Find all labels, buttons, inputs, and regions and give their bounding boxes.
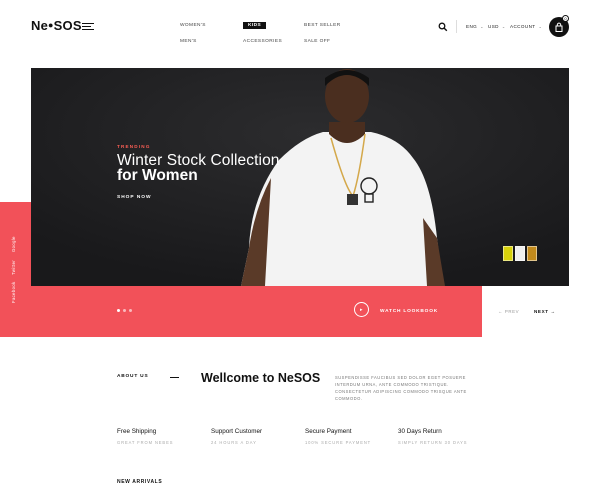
slider-next-button[interactable]: NEXT → xyxy=(534,309,556,314)
currency-value: USD xyxy=(488,24,499,29)
language-select[interactable]: ENG ⌄ xyxy=(466,24,484,29)
thumbnail-2[interactable] xyxy=(515,246,525,261)
slider-dot-3[interactable] xyxy=(129,309,132,312)
play-icon: ▸ xyxy=(360,306,363,313)
new-arrivals-heading: NEW ARRIVALS xyxy=(117,479,163,485)
chevron-down-icon: ⌄ xyxy=(538,24,543,29)
feature-title: Secure Payment xyxy=(305,428,352,435)
feature-secure-payment: Secure Payment 100% SECURE PAYMENT xyxy=(305,428,371,445)
chevron-down-icon: ⌄ xyxy=(480,24,484,29)
model-photo xyxy=(241,69,445,286)
hamburger-icon[interactable] xyxy=(82,23,94,30)
nav-mens[interactable]: MEN'S xyxy=(180,39,197,44)
logo-suffix: SOS xyxy=(53,18,82,33)
prev-label: PREV xyxy=(504,309,520,314)
hero-eyebrow: TRENDING xyxy=(117,144,151,149)
shop-now-link[interactable]: SHOP NOW xyxy=(117,195,152,200)
cart-count-badge: 0 xyxy=(562,15,569,22)
thumbnail-1[interactable] xyxy=(503,246,513,261)
feature-subtitle: 100% SECURE PAYMENT xyxy=(305,440,372,445)
account-menu[interactable]: ACCOUNT ⌄ xyxy=(510,24,542,29)
hero-title-line-2: for Women xyxy=(117,167,198,184)
feature-subtitle: 24 HOURS A DAY xyxy=(211,440,257,445)
feature-subtitle: SIMPLY RETURN 30 DAYS xyxy=(398,440,468,445)
play-button[interactable]: ▸ xyxy=(354,302,369,317)
feature-subtitle: GREAT FROM NEBES xyxy=(117,440,174,445)
language-value: ENG xyxy=(466,24,478,29)
social-link-google[interactable]: Google xyxy=(11,236,16,252)
header-divider xyxy=(456,20,457,33)
watch-lookbook-link[interactable]: WATCH LOOKBOOK xyxy=(380,309,438,314)
feature-title: Support Customer xyxy=(211,428,263,435)
feature-support-customer: Support Customer 24 HOURS A DAY xyxy=(211,428,262,445)
slider-dot-1[interactable] xyxy=(117,309,120,312)
feature-title: 30 Days Return xyxy=(398,428,442,435)
arrow-right-icon: → xyxy=(550,309,556,314)
nav-women[interactable]: WOMEN'S xyxy=(180,23,206,28)
nav-accessories[interactable]: ACCESSORIES xyxy=(243,39,282,44)
arrow-left-icon: ← xyxy=(498,309,503,314)
about-text: SUSPENDISSE FAUCIBUS SED DOLOR EGET POSU… xyxy=(335,375,467,401)
about-label: ABOUT US xyxy=(117,374,149,379)
social-link-twitter[interactable]: Twitter xyxy=(11,260,16,275)
feature-title: Free Shipping xyxy=(117,428,157,435)
currency-select[interactable]: USD ⌄ xyxy=(488,24,506,29)
slider-dot-2[interactable] xyxy=(123,309,126,312)
nav-kids[interactable]: KIDS xyxy=(243,22,267,29)
feature-free-shipping: Free Shipping GREAT FROM NEBES xyxy=(117,428,173,445)
chevron-down-icon: ⌄ xyxy=(501,24,506,29)
search-icon[interactable] xyxy=(438,22,448,32)
thumbnail-3[interactable] xyxy=(527,246,537,261)
nav-sale-off[interactable]: SALE OFF xyxy=(304,39,330,44)
about-divider xyxy=(170,377,179,378)
feature-30-days-return: 30 Days Return SIMPLY RETURN 30 DAYS xyxy=(398,428,467,445)
social-link-facebook[interactable]: Facebook xyxy=(11,281,16,303)
next-label: NEXT xyxy=(534,309,549,314)
slider-prev-button[interactable]: ← PREV xyxy=(498,309,519,314)
about-title: Wellcome to NeSOS xyxy=(201,371,321,385)
nav-best-seller[interactable]: BEST SELLER xyxy=(304,23,341,28)
brand-logo[interactable]: Ne●SOS xyxy=(31,18,82,33)
account-label: ACCOUNT xyxy=(510,24,536,29)
logo-prefix: Ne xyxy=(31,18,49,33)
